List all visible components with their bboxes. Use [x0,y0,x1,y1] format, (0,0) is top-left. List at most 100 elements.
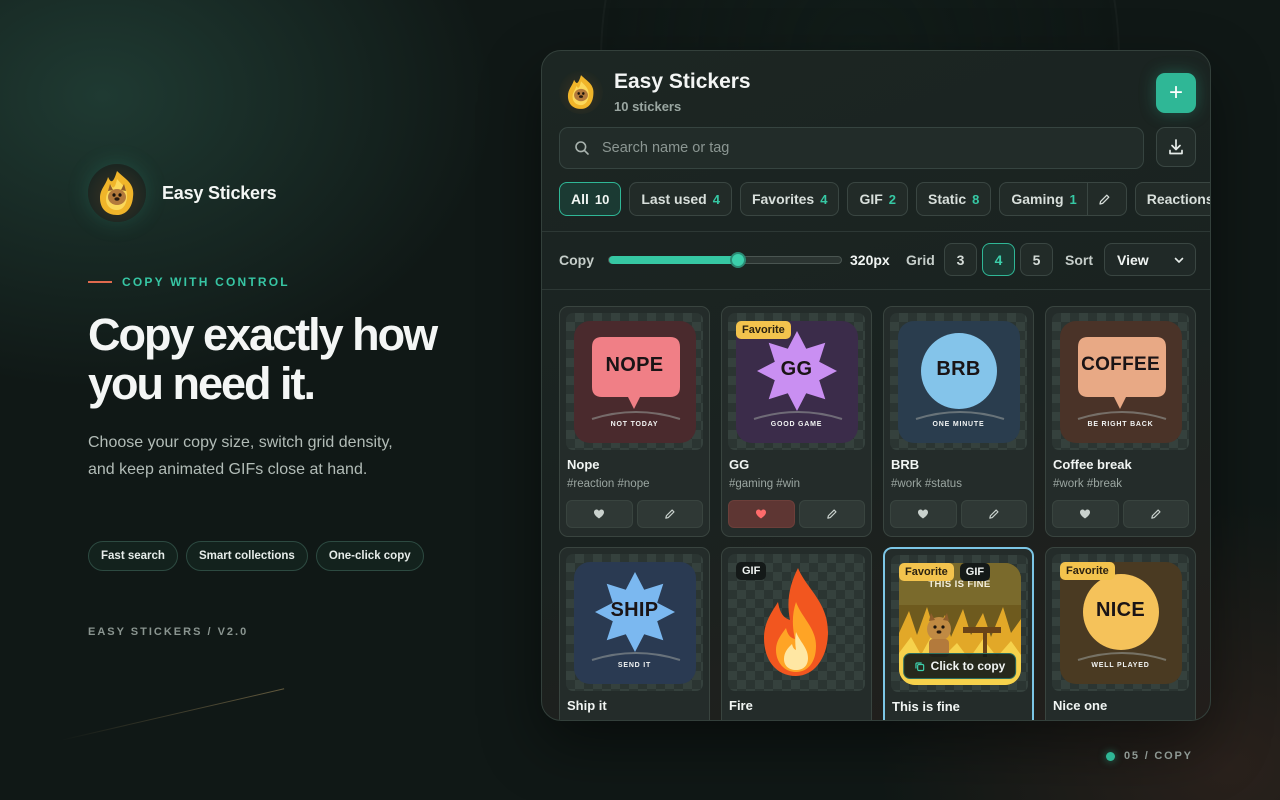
sticker-tile: SHIP SEND IT [573,561,696,684]
edit-sticker-button[interactable] [1122,500,1189,528]
sticker-card[interactable]: SHIP SEND IT Ship it [559,547,710,720]
sticker-name: This is fine [892,699,960,714]
page-indicator: 05 / COPY [1106,750,1193,762]
sticker-name: Nice one [1053,698,1108,713]
sticker-tags: #work #break [1053,478,1123,490]
edit-sticker-button[interactable] [960,500,1027,528]
filter-count: 10 [594,191,610,207]
brand: Easy Stickers [88,164,277,222]
download-icon [1169,139,1183,155]
filter-label: Last used [641,191,707,207]
card-actions [890,500,1027,528]
favorite-button[interactable] [566,500,633,528]
filter-reactions[interactable]: Reactions [1134,182,1210,216]
sticker-card[interactable]: THIS IS FINE Click to copy Favorite GIF This… [883,547,1034,720]
grid-label: Grid [906,252,935,268]
grid-4-button[interactable]: 4 [982,243,1015,276]
sticker-thumbnail[interactable]: NOPE NOT TODAY [566,313,703,450]
gif-badge: GIF [959,563,991,581]
chevron-down-icon [1174,257,1184,263]
edit-collection-button[interactable] [1086,183,1115,215]
sticker-thumbnail[interactable]: COFFEE BE RIGHT BACK [1052,313,1189,450]
sticker-text: COFFEE [1081,353,1160,375]
sticker-name: Ship it [567,698,607,713]
sticker-thumbnail[interactable]: SHIP SEND IT [566,554,703,691]
pill-fast-search: Fast search [88,541,178,571]
sticker-name: GG [729,457,750,472]
favorite-button[interactable] [890,500,957,528]
copy-size-value: 320px [850,252,890,268]
badges: Favorite [736,321,791,339]
favorite-badge: Favorite [899,563,954,581]
sticker-count: 10 stickers [614,99,682,114]
copy-size-label: Copy [559,252,594,268]
add-sticker-button[interactable]: + [1156,73,1196,113]
pencil-icon [826,509,837,519]
filter-last-used[interactable]: Last used 4 [629,182,732,216]
search-input[interactable] [602,140,1102,156]
gif-badge: GIF [736,562,767,580]
page-indicator-text: 05 / COPY [1124,750,1193,762]
plus-icon: + [1168,79,1183,106]
pill-one-click-copy: One-click copy [315,541,424,571]
app-title: Easy Stickers [614,70,751,93]
sticker-subtitle: ONE MINUTE [932,420,985,428]
sticker-card[interactable]: GG GOOD GAME Favorite GG #gaming #win [721,306,872,537]
click-to-copy-button[interactable]: Click to copy [902,653,1017,679]
sticker-thumbnail[interactable]: BRB ONE MINUTE [890,313,1027,450]
edit-sticker-button[interactable] [798,500,865,528]
sticker-card[interactable]: NOPE NOT TODAY Nope #reaction #nope [559,306,710,537]
filter-count: 4 [820,191,828,207]
copy-size-slider[interactable] [608,252,842,268]
pencil-icon [664,509,675,519]
version-label: EASY STICKERS / V2.0 [88,626,249,638]
sticker-subtitle: NOT TODAY [610,420,659,428]
filter-favorites[interactable]: Favorites 4 [739,182,840,216]
eyebrow-line [88,281,112,283]
grid-5-button[interactable]: 5 [1020,243,1053,276]
sticker-card[interactable]: BRB ONE MINUTE BRB #work #status [883,306,1034,537]
sticker-text: BRB [936,357,981,380]
sticker-card[interactable]: COFFEE BE RIGHT BACK Coffee break #work #br… [1045,306,1196,537]
grid-3-button[interactable]: 3 [944,243,977,276]
badges: Favorite GIF [899,563,991,581]
filter-gaming[interactable]: Gaming 1 [999,182,1127,216]
sticker-name: Nope [567,457,600,472]
sort-select[interactable]: View [1104,243,1196,276]
hero-description: Choose your copy size, switch grid densi… [88,434,393,478]
filter-gif[interactable]: GIF 2 [847,182,909,216]
sticker-card[interactable]: GIF Fire [721,547,872,720]
sticker-subtitle: SEND IT [617,661,652,669]
pencil-icon [1150,509,1161,519]
search-icon [575,141,589,155]
click-to-copy-label: Click to copy [930,659,1006,673]
search-box[interactable] [559,127,1144,169]
badges: Favorite [1060,562,1115,580]
sticker-name: BRB [891,457,920,472]
favorite-button[interactable] [1052,500,1119,528]
filter-static[interactable]: Static 8 [916,182,992,216]
filter-count: 4 [712,191,720,207]
eyebrow-text: COPY WITH CONTROL [122,275,290,289]
pencil-icon [1099,194,1110,205]
card-actions [1052,500,1189,528]
hero-title-line-2: you need it. [88,358,316,409]
filter-all[interactable]: All 10 [559,182,622,216]
divider [542,231,1210,232]
pencil-icon [988,509,999,519]
divider [542,289,1210,290]
filter-label: All [571,191,589,207]
slider-thumb[interactable] [729,252,746,268]
favorite-button[interactable] [728,500,795,528]
sort-value: View [1117,251,1149,268]
dog-mascot-icon [88,164,146,222]
download-button[interactable] [1156,127,1196,167]
edit-sticker-button[interactable] [636,500,703,528]
sticker-card[interactable]: NICE WELL PLAYED Favorite Nice one [1045,547,1196,720]
sticker-tags: #work #status [891,478,962,490]
favorite-badge: Favorite [736,321,791,339]
filter-count: 1 [1069,191,1077,207]
sticker-grid: NOPE NOT TODAY Nope #reaction #nope GG GOOD G… [559,306,1199,720]
filter-label: Favorites [751,191,815,207]
heart-icon [918,509,929,519]
